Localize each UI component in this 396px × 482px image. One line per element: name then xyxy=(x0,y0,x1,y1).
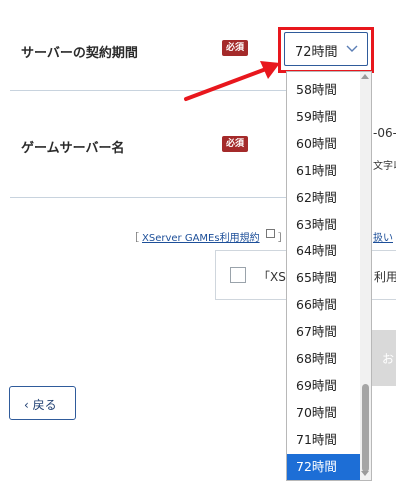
back-button-label: ‹ 戻る xyxy=(24,398,57,412)
terms-tail[interactable]: 扱い xyxy=(373,229,393,244)
submit-button[interactable]: お xyxy=(372,330,396,386)
contract-period-label: サーバーの契約期間 xyxy=(21,46,138,61)
dropdown-option[interactable]: 70時間 xyxy=(287,400,360,426)
dropdown-option[interactable]: 67時間 xyxy=(287,319,360,345)
dropdown-option[interactable]: 71時間 xyxy=(287,427,360,453)
external-link-icon xyxy=(266,229,275,238)
dropdown-option[interactable]: 72時間 xyxy=(287,453,360,480)
scrollbar[interactable] xyxy=(360,72,371,480)
dropdown-option[interactable]: 65時間 xyxy=(287,265,360,291)
dropdown-option[interactable]: 64時間 xyxy=(287,238,360,264)
dropdown-list[interactable]: 58時間 59時間 60時間 61時間 62時間 63時間 64時間 65時間 66時間 67時間… xyxy=(286,71,372,481)
dropdown-option[interactable]: 63時間 xyxy=(287,212,360,238)
date-fragment: -06-0 xyxy=(373,126,396,140)
back-button[interactable]: ‹ 戻る xyxy=(9,386,76,420)
select-value: 72時間 xyxy=(295,45,338,60)
agree-text-tail: 利用規 xyxy=(374,270,396,284)
dropdown-option[interactable]: 58時間 xyxy=(287,77,360,103)
dropdown-option[interactable]: 69時間 xyxy=(287,373,360,399)
dropdown-option[interactable]: 68時間 xyxy=(287,346,360,372)
scroll-up-arrow-icon[interactable] xyxy=(361,74,369,79)
chevron-down-icon xyxy=(346,45,358,52)
dropdown-option[interactable]: 66時間 xyxy=(287,292,360,318)
scrollbar-thumb[interactable] xyxy=(362,384,369,472)
required-badge-2: 必須 xyxy=(222,136,248,152)
terms-bracket: ［ xyxy=(129,233,139,244)
chars-fragment: 文字以 xyxy=(373,161,396,172)
contract-period-select[interactable]: 72時間 xyxy=(284,32,368,66)
required-badge: 必須 xyxy=(222,40,248,56)
dropdown-option[interactable]: 61時間 xyxy=(287,158,360,184)
dropdown-option[interactable]: 60時間 xyxy=(287,131,360,157)
annotation-arrow xyxy=(184,61,280,101)
terms-link[interactable]: XServer GAMEs利用規約 xyxy=(142,229,260,244)
scroll-down-arrow-icon[interactable] xyxy=(361,471,369,476)
submit-label: お xyxy=(382,352,395,366)
server-name-label: ゲームサーバー名 xyxy=(21,141,125,156)
divider-middle xyxy=(10,197,286,198)
dropdown-option[interactable]: 59時間 xyxy=(287,104,360,130)
agree-checkbox[interactable] xyxy=(230,267,246,283)
dropdown-option[interactable]: 62時間 xyxy=(287,185,360,211)
